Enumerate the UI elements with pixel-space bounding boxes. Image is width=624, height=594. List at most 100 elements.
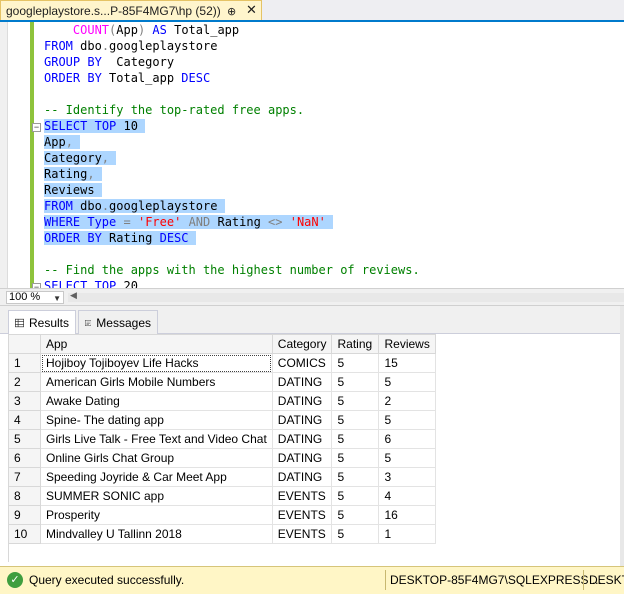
- code-line[interactable]: App,: [44, 134, 420, 150]
- code-line[interactable]: -- Identify the top-rated free apps.: [44, 102, 420, 118]
- column-header-reviews[interactable]: Reviews: [378, 334, 437, 354]
- cell-category[interactable]: DATING: [271, 467, 333, 487]
- cell-rating[interactable]: 5: [331, 505, 380, 525]
- cell-rating[interactable]: 5: [331, 372, 380, 392]
- code-line[interactable]: -- Find the apps with the highest number…: [44, 262, 420, 278]
- cell-reviews[interactable]: 16: [378, 505, 437, 525]
- column-header-category[interactable]: Category: [271, 334, 333, 354]
- tab-results[interactable]: Results: [8, 310, 76, 335]
- cell-reviews[interactable]: 4: [378, 486, 437, 506]
- pin-icon[interactable]: ⊕: [227, 5, 236, 18]
- row-number[interactable]: 2: [8, 372, 41, 392]
- cell-category[interactable]: COMICS: [271, 353, 333, 373]
- cell-app[interactable]: Spine- The dating app: [40, 410, 273, 430]
- table-row[interactable]: 4 Spine- The dating app DATING 5 5: [8, 410, 437, 430]
- tab-messages[interactable]: Messages: [78, 310, 158, 334]
- code-line[interactable]: Rating,: [44, 166, 420, 182]
- cell-reviews[interactable]: 2: [378, 391, 437, 411]
- table-row[interactable]: 7 Speeding Joyride & Car Meet App DATING 5 3: [8, 467, 437, 487]
- row-number[interactable]: 5: [8, 429, 41, 449]
- code-line[interactable]: FROM dbo.googleplaystore: [44, 38, 420, 54]
- cell-category[interactable]: DATING: [271, 410, 333, 430]
- row-number[interactable]: 6: [8, 448, 41, 468]
- sql-editor[interactable]: − − COUNT(App) AS Total_app FROM dbo.goog…: [0, 22, 624, 288]
- code-line[interactable]: FROM dbo.googleplaystore: [44, 198, 420, 214]
- code-line[interactable]: ORDER BY Total_app DESC: [44, 70, 420, 86]
- cell-rating[interactable]: 5: [331, 410, 380, 430]
- row-number-header[interactable]: [8, 334, 41, 354]
- code-line[interactable]: [44, 246, 420, 262]
- code-line[interactable]: COUNT(App) AS Total_app: [44, 22, 420, 38]
- cell-app[interactable]: Speeding Joyride & Car Meet App: [40, 467, 273, 487]
- row-number[interactable]: 7: [8, 467, 41, 487]
- row-number[interactable]: 9: [8, 505, 41, 525]
- table-row[interactable]: 9 Prosperity EVENTS 5 16: [8, 505, 437, 525]
- column-header-app[interactable]: App: [40, 334, 273, 354]
- row-number[interactable]: 1: [8, 353, 41, 373]
- table-row[interactable]: 8 SUMMER SONIC app EVENTS 5 4: [8, 486, 437, 506]
- cell-category[interactable]: DATING: [271, 429, 333, 449]
- vertical-scrollbar[interactable]: [620, 306, 624, 566]
- cell-rating[interactable]: 5: [331, 467, 380, 487]
- table-row[interactable]: 5 Girls Live Talk - Free Text and Video C…: [8, 429, 437, 449]
- code-line[interactable]: WHERE Type = 'Free' AND Rating <> 'NaN': [44, 214, 420, 230]
- code-line[interactable]: Reviews: [44, 182, 420, 198]
- code-line[interactable]: SELECT TOP 10: [44, 118, 420, 134]
- cell-app[interactable]: SUMMER SONIC app: [40, 486, 273, 506]
- cell-rating[interactable]: 5: [331, 448, 380, 468]
- code-line[interactable]: [44, 86, 420, 102]
- code-line[interactable]: Category,: [44, 150, 420, 166]
- cell-app[interactable]: American Girls Mobile Numbers: [40, 372, 273, 392]
- cell-rating[interactable]: 5: [331, 524, 380, 544]
- row-number[interactable]: 4: [8, 410, 41, 430]
- cell-category[interactable]: EVENTS: [271, 486, 333, 506]
- cell-reviews[interactable]: 1: [378, 524, 437, 544]
- cell-category[interactable]: DATING: [271, 448, 333, 468]
- cell-reviews[interactable]: 3: [378, 467, 437, 487]
- results-grid[interactable]: App Category Rating Reviews 1 Hojiboy Toj…: [8, 334, 437, 544]
- column-header-rating[interactable]: Rating: [331, 334, 380, 354]
- query-tab-title: googleplaystore.s...P-85F4MG7\hp (52)): [6, 3, 221, 18]
- code-line[interactable]: SELECT TOP 20: [44, 278, 420, 288]
- table-row[interactable]: 1 Hojiboy Tojiboyev Life Hacks COMICS 5 15: [8, 353, 437, 373]
- chevron-down-icon[interactable]: ▼: [53, 293, 61, 304]
- code-token: -- Find the apps with the highest number…: [44, 263, 420, 277]
- row-number[interactable]: 3: [8, 391, 41, 411]
- cell-category[interactable]: DATING: [271, 372, 333, 392]
- close-icon[interactable]: ✕: [246, 3, 257, 17]
- cell-app[interactable]: Hojiboy Tojiboyev Life Hacks: [40, 353, 273, 373]
- code-token: TOP: [94, 119, 117, 133]
- row-number[interactable]: 10: [8, 524, 41, 544]
- cell-app[interactable]: Prosperity: [40, 505, 273, 525]
- cell-rating[interactable]: 5: [331, 353, 380, 373]
- code-line[interactable]: GROUP BY Category: [44, 54, 420, 70]
- table-row[interactable]: 10 Mindvalley U Tallinn 2018 EVENTS 5 1: [8, 524, 437, 544]
- cell-category[interactable]: EVENTS: [271, 505, 333, 525]
- cell-app[interactable]: Girls Live Talk - Free Text and Video Ch…: [40, 429, 273, 449]
- horizontal-scrollbar[interactable]: ◀: [68, 290, 624, 302]
- cell-category[interactable]: DATING: [271, 391, 333, 411]
- cell-reviews[interactable]: 5: [378, 410, 437, 430]
- collapse-icon[interactable]: −: [32, 123, 41, 132]
- cell-category[interactable]: EVENTS: [271, 524, 333, 544]
- code-text[interactable]: COUNT(App) AS Total_app FROM dbo.googlepl…: [44, 22, 420, 288]
- cell-reviews[interactable]: 5: [378, 372, 437, 392]
- cell-rating[interactable]: 5: [331, 486, 380, 506]
- code-line[interactable]: ORDER BY Rating DESC: [44, 230, 420, 246]
- cell-reviews[interactable]: 15: [378, 353, 437, 373]
- cell-reviews[interactable]: 6: [378, 429, 437, 449]
- scroll-left-icon[interactable]: ◀: [70, 290, 77, 301]
- code-token: ORDER BY: [44, 71, 102, 85]
- cell-app[interactable]: Online Girls Chat Group: [40, 448, 273, 468]
- table-row[interactable]: 6 Online Girls Chat Group DATING 5 5: [8, 448, 437, 468]
- row-number[interactable]: 8: [8, 486, 41, 506]
- cell-reviews[interactable]: 5: [378, 448, 437, 468]
- table-row[interactable]: 3 Awake Dating DATING 5 2: [8, 391, 437, 411]
- cell-app[interactable]: Awake Dating: [40, 391, 273, 411]
- query-tab[interactable]: googleplaystore.s...P-85F4MG7\hp (52)) ⊕…: [0, 0, 262, 20]
- cell-app[interactable]: Mindvalley U Tallinn 2018: [40, 524, 273, 544]
- cell-rating[interactable]: 5: [331, 391, 380, 411]
- zoom-select[interactable]: 100 % ▼: [6, 291, 64, 304]
- table-row[interactable]: 2 American Girls Mobile Numbers DATING 5 5: [8, 372, 437, 392]
- cell-rating[interactable]: 5: [331, 429, 380, 449]
